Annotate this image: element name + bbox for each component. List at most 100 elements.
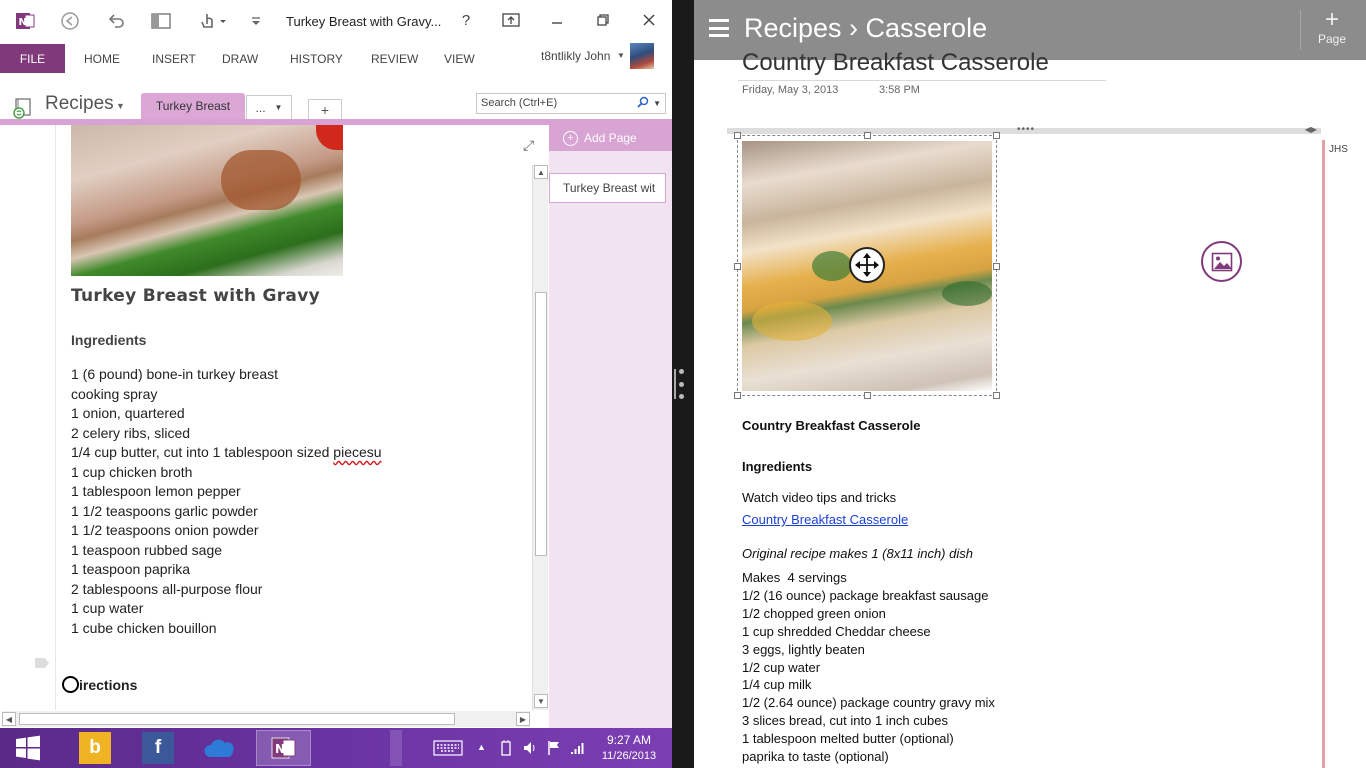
network-signal-icon[interactable] bbox=[570, 740, 586, 759]
ingredient-list[interactable]: Makes 4 servings 1/2 (16 ounce) package … bbox=[742, 569, 995, 766]
expand-icon[interactable]: ⤢ bbox=[523, 137, 534, 154]
tab-review[interactable]: REVIEW bbox=[371, 52, 418, 66]
start-button[interactable] bbox=[0, 730, 55, 766]
more-sections-tab[interactable]: ... ▼ bbox=[246, 95, 292, 119]
search-input[interactable]: Search (Ctrl+E) ▼ bbox=[476, 93, 666, 114]
account-name[interactable]: t8ntlikly John bbox=[541, 49, 610, 63]
recipe-video-link[interactable]: Country Breakfast Casserole bbox=[742, 512, 908, 527]
restore-button[interactable] bbox=[586, 6, 620, 34]
page-title[interactable]: Country Breakfast Casserole bbox=[742, 49, 1049, 77]
skydrive-app-icon[interactable] bbox=[203, 732, 235, 764]
scroll-down-icon[interactable]: ▼ bbox=[534, 694, 548, 708]
tab-draw[interactable]: DRAW bbox=[222, 52, 258, 66]
page-tab-turkey-breast[interactable]: Turkey Breast wit bbox=[549, 173, 666, 203]
snap-splitter[interactable] bbox=[672, 0, 694, 768]
dock-to-desktop-icon[interactable] bbox=[148, 8, 174, 34]
close-button[interactable] bbox=[632, 6, 666, 34]
clock-date[interactable]: 11/26/2013 bbox=[598, 750, 660, 762]
list-item: 1 teaspoon paprika bbox=[71, 561, 191, 577]
scroll-up-icon[interactable]: ▲ bbox=[534, 165, 548, 179]
container-resize-icon[interactable]: ◀▶ bbox=[1305, 125, 1317, 134]
sync-notebook-icon[interactable] bbox=[12, 97, 32, 119]
tab-section-turkey-breast[interactable]: Turkey Breast bbox=[141, 93, 245, 119]
header-divider bbox=[1300, 10, 1301, 50]
undo-icon[interactable] bbox=[103, 8, 129, 34]
list-item: 1 1/2 teaspoons garlic powder bbox=[71, 502, 258, 519]
title-underline bbox=[738, 80, 1106, 81]
splitter-edge bbox=[674, 369, 676, 399]
onenote-app-window: Recipes › Casserole + Page Country Break… bbox=[694, 0, 1366, 768]
tab-file[interactable]: FILE bbox=[0, 44, 65, 73]
vertical-scrollbar[interactable]: ▲ ▼ bbox=[532, 165, 548, 710]
notebook-selector[interactable]: Recipes bbox=[45, 93, 114, 115]
page-time: 3:58 PM bbox=[879, 84, 920, 96]
notebook-dropdown-icon[interactable]: ▼ bbox=[116, 101, 125, 111]
original-recipe-note: Original recipe makes 1 (8x11 inch) dish bbox=[742, 546, 973, 561]
touch-keyboard-icon[interactable] bbox=[433, 740, 463, 759]
resize-handle[interactable] bbox=[993, 132, 1000, 139]
paragraph-handle-icon[interactable] bbox=[35, 658, 49, 668]
clock-time[interactable]: 9:27 AM bbox=[598, 733, 660, 747]
back-icon[interactable] bbox=[57, 8, 83, 34]
taskbar-overflow-handle[interactable] bbox=[390, 730, 402, 766]
misspelled-word[interactable]: piecesu bbox=[333, 444, 381, 460]
list-item: 1 cup chicken broth bbox=[71, 463, 193, 480]
insert-picture-icon[interactable] bbox=[1201, 241, 1242, 282]
list-item: cooking spray bbox=[71, 385, 158, 402]
resize-handle[interactable] bbox=[734, 132, 741, 139]
move-icon[interactable] bbox=[849, 247, 885, 283]
resize-handle[interactable] bbox=[864, 132, 871, 139]
list-item: 1 cup shredded Cheddar cheese bbox=[742, 623, 931, 639]
search-scope-dropdown-icon[interactable]: ▼ bbox=[653, 99, 661, 108]
minimize-button[interactable] bbox=[540, 6, 574, 34]
bing-app-icon[interactable]: b bbox=[79, 732, 111, 764]
page-canvas[interactable]: ⤢ Turkey Breast with Gravy Ingredients 1… bbox=[0, 125, 549, 710]
help-button[interactable]: ? bbox=[449, 6, 483, 34]
add-page-label: Add Page bbox=[584, 131, 637, 145]
scroll-right-icon[interactable]: ▶ bbox=[516, 712, 530, 726]
resize-handle[interactable] bbox=[993, 392, 1000, 399]
new-section-tab[interactable]: + bbox=[308, 99, 342, 119]
action-center-flag-icon[interactable] bbox=[546, 740, 562, 759]
chevron-down-icon: ▼ bbox=[274, 103, 283, 112]
onenote-taskbar-button[interactable]: N bbox=[256, 730, 311, 766]
tab-view[interactable]: VIEW bbox=[444, 52, 475, 66]
svg-text:N: N bbox=[19, 17, 27, 28]
scroll-left-icon[interactable]: ◀ bbox=[2, 712, 16, 726]
directions-heading: irections bbox=[62, 676, 137, 693]
list-item: 3 slices bread, cut into 1 inch cubes bbox=[742, 713, 948, 729]
touch-mode-icon[interactable] bbox=[196, 8, 230, 34]
resize-handle[interactable] bbox=[734, 263, 741, 270]
onenote-app-icon[interactable]: N bbox=[12, 8, 38, 34]
resize-handle[interactable] bbox=[993, 263, 1000, 270]
resize-handle[interactable] bbox=[864, 392, 871, 399]
search-icon[interactable] bbox=[637, 96, 649, 111]
account-dropdown-icon[interactable]: ▼ bbox=[617, 51, 625, 60]
tab-history[interactable]: HISTORY bbox=[290, 52, 343, 66]
resize-handle[interactable] bbox=[734, 392, 741, 399]
scrollbar-thumb[interactable] bbox=[19, 713, 455, 725]
breadcrumb[interactable]: Recipes › Casserole bbox=[744, 13, 987, 44]
horizontal-scrollbar[interactable]: ◀ ▶ bbox=[2, 711, 530, 727]
tab-insert[interactable]: INSERT bbox=[152, 52, 196, 66]
tab-home[interactable]: HOME bbox=[84, 52, 120, 66]
avatar[interactable] bbox=[630, 43, 654, 69]
new-page-button[interactable]: + Page bbox=[1314, 8, 1350, 47]
ingredient-list[interactable]: 1 (6 pound) bone-in turkey breast cookin… bbox=[71, 365, 382, 638]
navigation-menu-icon[interactable] bbox=[709, 19, 729, 37]
container-move-handle-icon[interactable]: •••• bbox=[1017, 124, 1035, 135]
ribbon-display-icon[interactable] bbox=[494, 6, 528, 34]
video-tip-text: Watch video tips and tricks bbox=[742, 490, 897, 505]
customize-toolbar-icon[interactable] bbox=[243, 8, 269, 34]
facebook-app-icon[interactable]: f bbox=[142, 732, 174, 764]
splitter-grip-icon[interactable] bbox=[677, 369, 685, 399]
list-item: 2 tablespoons all-purpose flour bbox=[71, 580, 263, 597]
show-hidden-icons-icon[interactable]: ▲ bbox=[477, 742, 486, 752]
scrollbar-thumb[interactable] bbox=[535, 292, 547, 556]
add-page-button[interactable]: + Add Page bbox=[549, 125, 672, 151]
power-icon[interactable] bbox=[498, 740, 514, 759]
list-item: 1/2 chopped green onion bbox=[742, 605, 886, 621]
volume-icon[interactable] bbox=[522, 740, 538, 759]
turkey-photo[interactable] bbox=[71, 125, 343, 276]
note-container-bar[interactable]: •••• ◀▶ bbox=[727, 124, 1321, 135]
